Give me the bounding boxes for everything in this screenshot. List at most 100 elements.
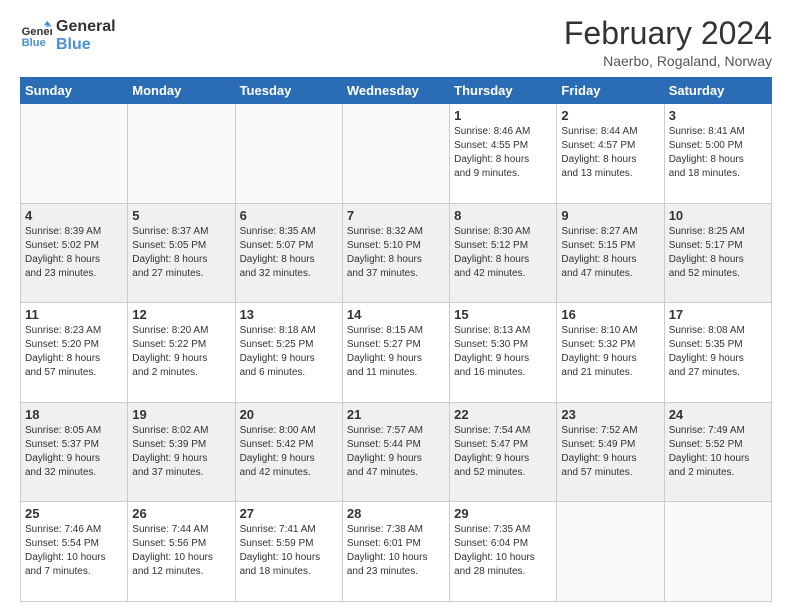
calendar-cell: 8Sunrise: 8:30 AM Sunset: 5:12 PM Daylig…	[450, 203, 557, 303]
calendar-week-row: 1Sunrise: 8:46 AM Sunset: 4:55 PM Daylig…	[21, 104, 772, 204]
calendar-cell: 28 Sunrise: 7:38 AM Sunset: 6:01 PM Dayli…	[342, 502, 449, 602]
day-info: Sunrise: 7:44 AM Sunset: 5:56 PM Dayligh…	[132, 523, 230, 579]
svg-text:General: General	[22, 26, 52, 38]
calendar-cell: 18 Sunrise: 8:05 AM Sunset: 5:37 PM Dayli…	[21, 402, 128, 502]
calendar-week-row: 18 Sunrise: 8:05 AM Sunset: 5:37 PM Dayli…	[21, 402, 772, 502]
calendar-cell: 10 Sunrise: 8:25 AM Sunset: 5:17 PM Dayli…	[664, 203, 771, 303]
day-number: 12	[132, 307, 230, 322]
day-info: Sunrise: 8:10 AM Sunset: 5:32 PM Dayligh…	[561, 324, 659, 380]
calendar-day-header: Monday	[128, 78, 235, 104]
calendar-table: SundayMondayTuesdayWednesdayThursdayFrid…	[20, 77, 772, 602]
day-number: 28	[347, 506, 445, 521]
day-info: Sunrise: 8:32 AM Sunset: 5:10 PM Dayligh…	[347, 225, 445, 281]
day-info: Sunrise: 8:13 AM Sunset: 5:30 PM Dayligh…	[454, 324, 552, 380]
day-number: 6	[240, 208, 338, 223]
calendar-cell	[235, 104, 342, 204]
calendar-cell: 19 Sunrise: 8:02 AM Sunset: 5:39 PM Dayli…	[128, 402, 235, 502]
day-info: Sunrise: 8:35 AM Sunset: 5:07 PM Dayligh…	[240, 225, 338, 281]
calendar-cell: 25 Sunrise: 7:46 AM Sunset: 5:54 PM Dayli…	[21, 502, 128, 602]
day-number: 19	[132, 407, 230, 422]
day-number: 17	[669, 307, 767, 322]
day-info: Sunrise: 8:18 AM Sunset: 5:25 PM Dayligh…	[240, 324, 338, 380]
subtitle: Naerbo, Rogaland, Norway	[564, 53, 772, 69]
svg-text:Blue: Blue	[22, 37, 46, 49]
day-number: 3	[669, 108, 767, 123]
calendar-cell: 21Sunrise: 7:57 AM Sunset: 5:44 PM Dayli…	[342, 402, 449, 502]
day-number: 18	[25, 407, 123, 422]
day-number: 1	[454, 108, 552, 123]
calendar-week-row: 11 Sunrise: 8:23 AM Sunset: 5:20 PM Dayli…	[21, 303, 772, 403]
calendar-cell: 6 Sunrise: 8:35 AM Sunset: 5:07 PM Daylig…	[235, 203, 342, 303]
calendar-cell: 1Sunrise: 8:46 AM Sunset: 4:55 PM Daylig…	[450, 104, 557, 204]
day-number: 2	[561, 108, 659, 123]
day-number: 10	[669, 208, 767, 223]
day-info: Sunrise: 7:41 AM Sunset: 5:59 PM Dayligh…	[240, 523, 338, 579]
calendar-cell: 13Sunrise: 8:18 AM Sunset: 5:25 PM Dayli…	[235, 303, 342, 403]
day-number: 29	[454, 506, 552, 521]
calendar-cell: 9 Sunrise: 8:27 AM Sunset: 5:15 PM Daylig…	[557, 203, 664, 303]
day-info: Sunrise: 8:05 AM Sunset: 5:37 PM Dayligh…	[25, 424, 123, 480]
day-info: Sunrise: 8:27 AM Sunset: 5:15 PM Dayligh…	[561, 225, 659, 281]
main-title: February 2024	[564, 16, 772, 51]
day-number: 26	[132, 506, 230, 521]
header: General Blue General Blue February 2024 …	[20, 16, 772, 69]
day-info: Sunrise: 8:41 AM Sunset: 5:00 PM Dayligh…	[669, 125, 767, 181]
day-info: Sunrise: 8:37 AM Sunset: 5:05 PM Dayligh…	[132, 225, 230, 281]
calendar-week-row: 4 Sunrise: 8:39 AM Sunset: 5:02 PM Daylig…	[21, 203, 772, 303]
day-info: Sunrise: 7:38 AM Sunset: 6:01 PM Dayligh…	[347, 523, 445, 579]
day-number: 22	[454, 407, 552, 422]
day-info: Sunrise: 7:46 AM Sunset: 5:54 PM Dayligh…	[25, 523, 123, 579]
calendar-day-header: Wednesday	[342, 78, 449, 104]
page: General Blue General Blue February 2024 …	[0, 0, 792, 612]
day-number: 25	[25, 506, 123, 521]
calendar-cell: 11 Sunrise: 8:23 AM Sunset: 5:20 PM Dayli…	[21, 303, 128, 403]
day-info: Sunrise: 8:00 AM Sunset: 5:42 PM Dayligh…	[240, 424, 338, 480]
day-number: 14	[347, 307, 445, 322]
day-info: Sunrise: 8:15 AM Sunset: 5:27 PM Dayligh…	[347, 324, 445, 380]
calendar-cell: 2Sunrise: 8:44 AM Sunset: 4:57 PM Daylig…	[557, 104, 664, 204]
calendar-cell: 27 Sunrise: 7:41 AM Sunset: 5:59 PM Dayli…	[235, 502, 342, 602]
calendar-cell	[342, 104, 449, 204]
day-info: Sunrise: 8:20 AM Sunset: 5:22 PM Dayligh…	[132, 324, 230, 380]
day-info: Sunrise: 8:25 AM Sunset: 5:17 PM Dayligh…	[669, 225, 767, 281]
day-number: 20	[240, 407, 338, 422]
day-info: Sunrise: 8:39 AM Sunset: 5:02 PM Dayligh…	[25, 225, 123, 281]
day-number: 9	[561, 208, 659, 223]
day-number: 7	[347, 208, 445, 223]
calendar-cell: 29 Sunrise: 7:35 AM Sunset: 6:04 PM Dayli…	[450, 502, 557, 602]
logo: General Blue General Blue	[20, 16, 116, 53]
day-number: 4	[25, 208, 123, 223]
logo-general: General	[56, 18, 116, 36]
logo-blue: Blue	[56, 36, 116, 54]
calendar-cell: 20 Sunrise: 8:00 AM Sunset: 5:42 PM Dayli…	[235, 402, 342, 502]
calendar-day-header: Sunday	[21, 78, 128, 104]
calendar-header-row: SundayMondayTuesdayWednesdayThursdayFrid…	[21, 78, 772, 104]
day-number: 5	[132, 208, 230, 223]
calendar-day-header: Thursday	[450, 78, 557, 104]
day-info: Sunrise: 8:08 AM Sunset: 5:35 PM Dayligh…	[669, 324, 767, 380]
title-block: February 2024 Naerbo, Rogaland, Norway	[564, 16, 772, 69]
calendar-cell: 17 Sunrise: 8:08 AM Sunset: 5:35 PM Dayli…	[664, 303, 771, 403]
day-info: Sunrise: 8:30 AM Sunset: 5:12 PM Dayligh…	[454, 225, 552, 281]
day-info: Sunrise: 8:23 AM Sunset: 5:20 PM Dayligh…	[25, 324, 123, 380]
day-number: 27	[240, 506, 338, 521]
day-info: Sunrise: 7:35 AM Sunset: 6:04 PM Dayligh…	[454, 523, 552, 579]
day-number: 11	[25, 307, 123, 322]
day-number: 23	[561, 407, 659, 422]
calendar-cell: 26 Sunrise: 7:44 AM Sunset: 5:56 PM Dayli…	[128, 502, 235, 602]
day-number: 16	[561, 307, 659, 322]
calendar-cell: 3 Sunrise: 8:41 AM Sunset: 5:00 PM Daylig…	[664, 104, 771, 204]
calendar-cell: 14 Sunrise: 8:15 AM Sunset: 5:27 PM Dayli…	[342, 303, 449, 403]
calendar-week-row: 25 Sunrise: 7:46 AM Sunset: 5:54 PM Dayli…	[21, 502, 772, 602]
calendar-day-header: Tuesday	[235, 78, 342, 104]
logo-icon: General Blue	[20, 19, 52, 51]
day-number: 15	[454, 307, 552, 322]
calendar-cell: 15 Sunrise: 8:13 AM Sunset: 5:30 PM Dayli…	[450, 303, 557, 403]
calendar-cell: 4 Sunrise: 8:39 AM Sunset: 5:02 PM Daylig…	[21, 203, 128, 303]
day-number: 21	[347, 407, 445, 422]
day-info: Sunrise: 7:54 AM Sunset: 5:47 PM Dayligh…	[454, 424, 552, 480]
calendar-cell: 5 Sunrise: 8:37 AM Sunset: 5:05 PM Daylig…	[128, 203, 235, 303]
calendar-day-header: Friday	[557, 78, 664, 104]
calendar-cell	[21, 104, 128, 204]
day-info: Sunrise: 8:02 AM Sunset: 5:39 PM Dayligh…	[132, 424, 230, 480]
